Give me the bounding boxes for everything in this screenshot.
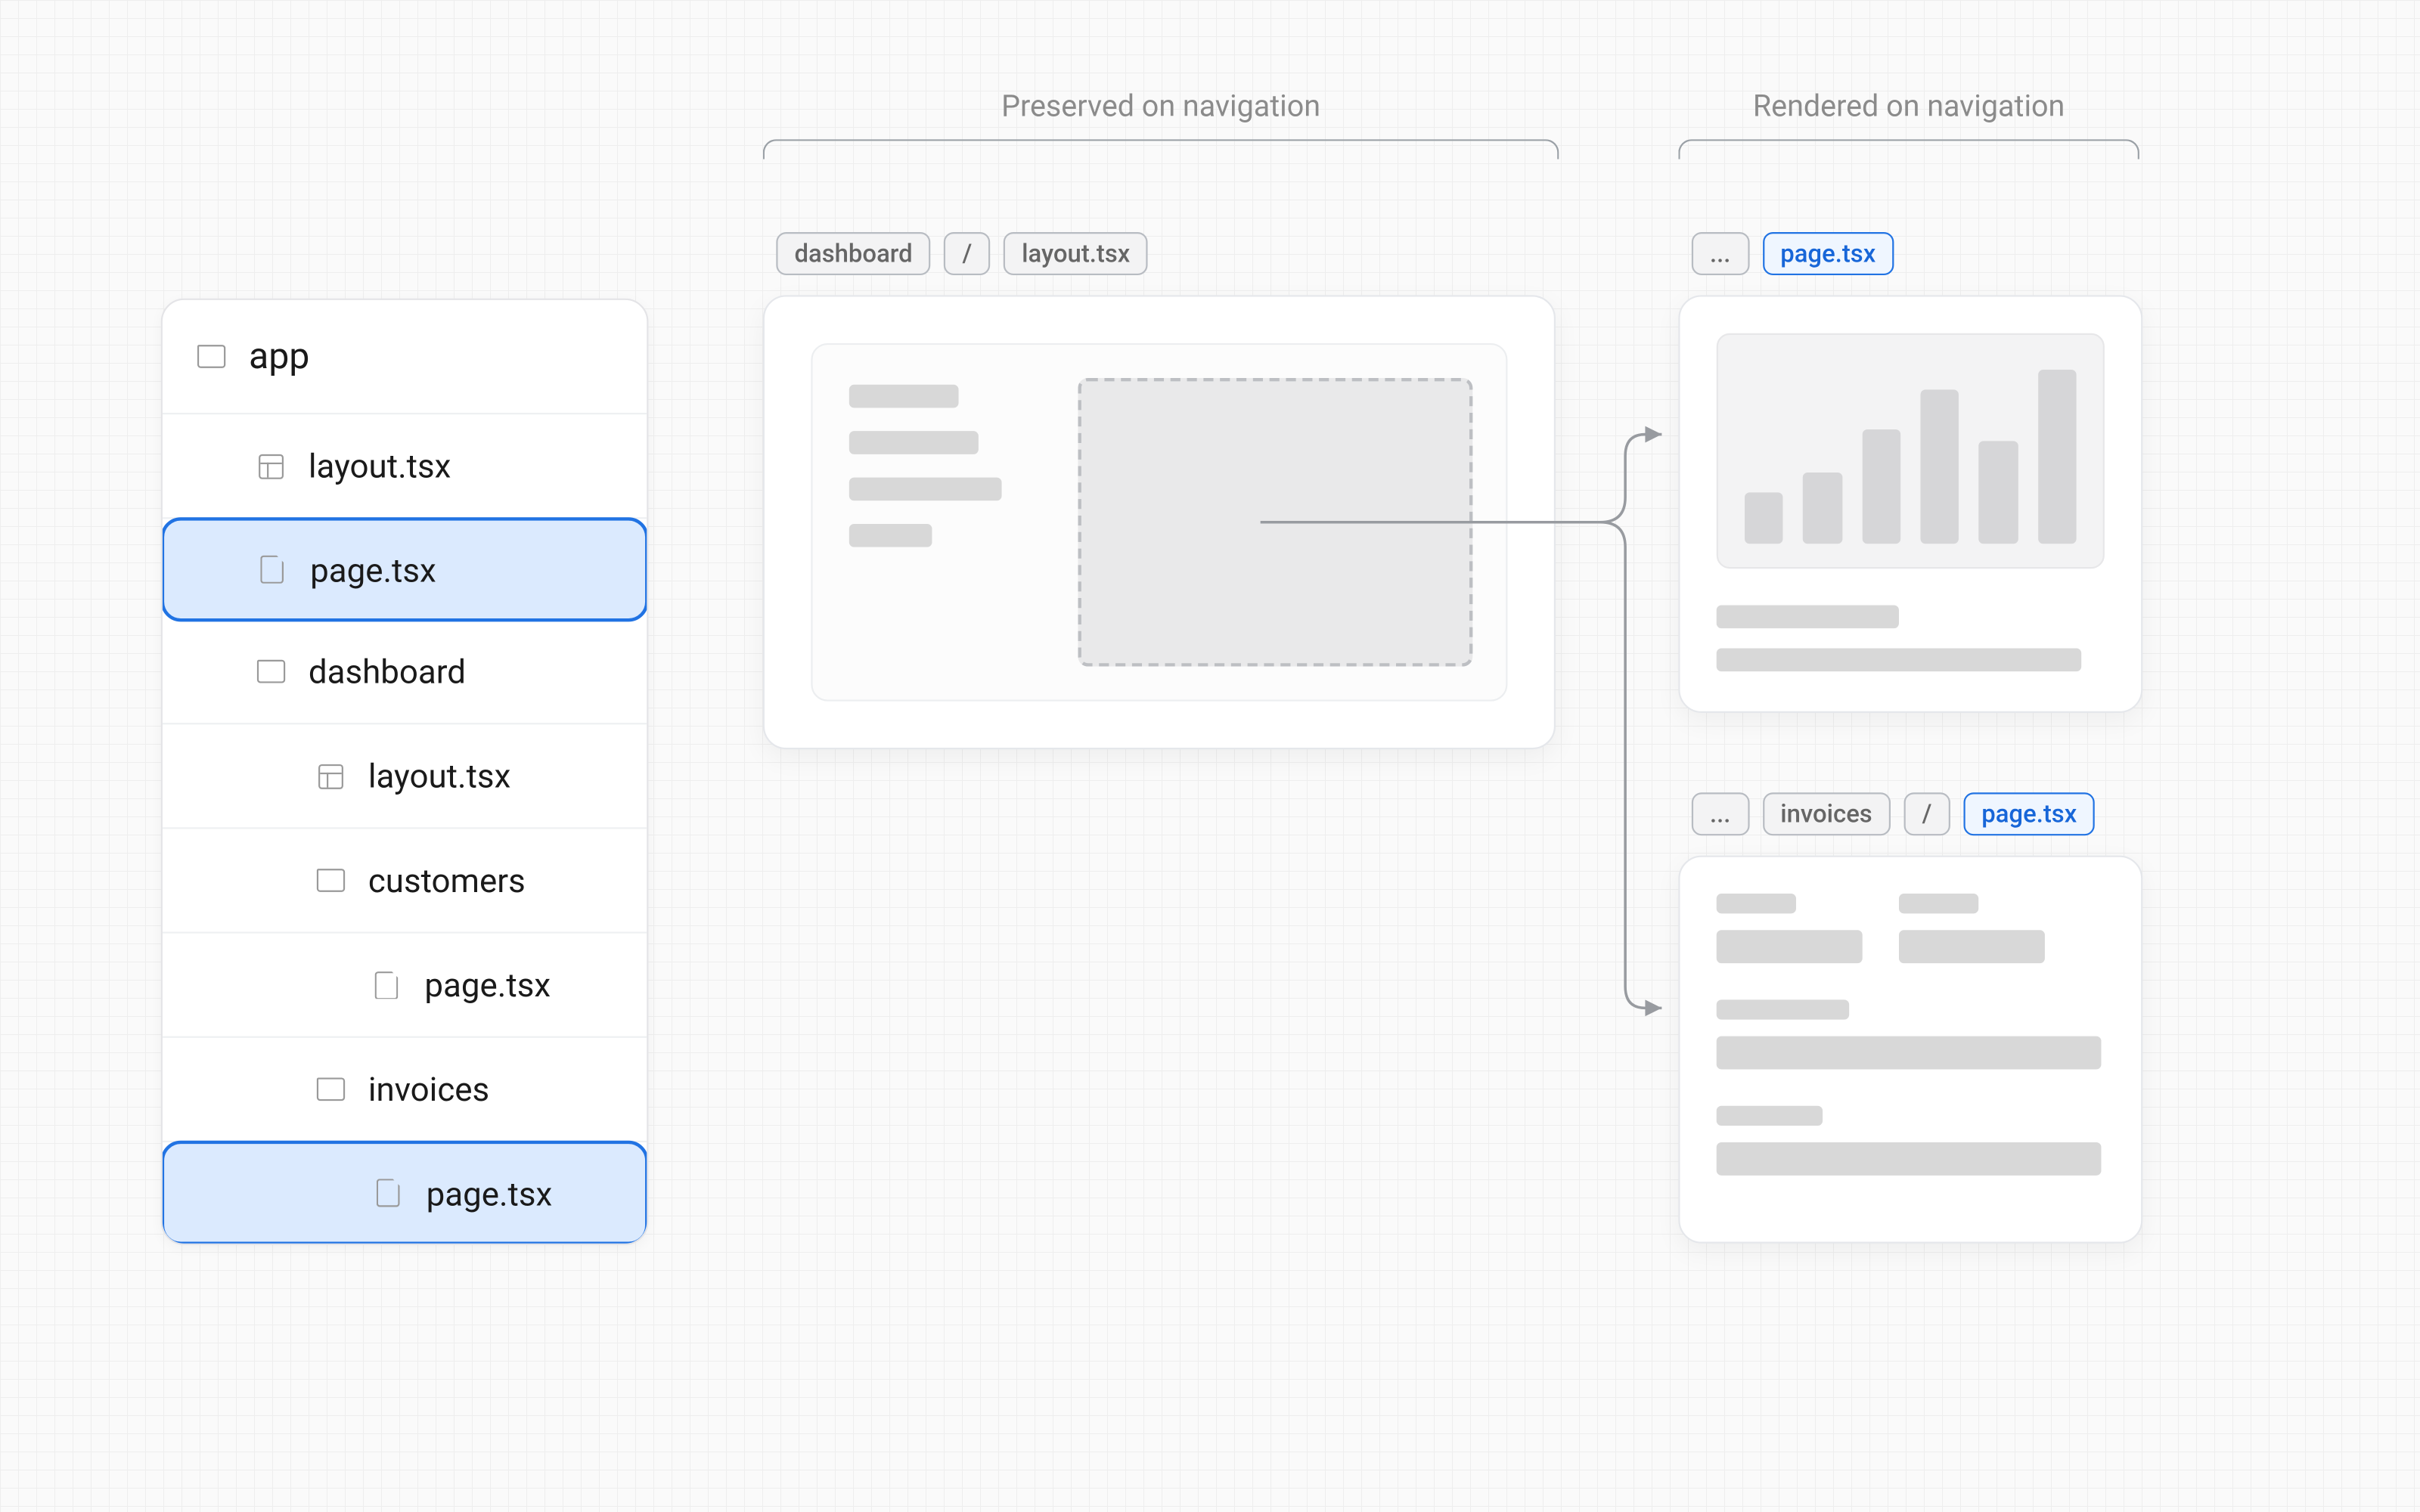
tree-item-label: layout.tsx [368, 756, 510, 796]
tree-item-layout-root[interactable]: layout.tsx [163, 414, 647, 519]
tree-item-label: page.tsx [424, 965, 551, 1005]
file-icon [257, 556, 287, 584]
render-bottom-pill-row: ... invoices / page.tsx [1692, 792, 2096, 835]
render-top-pill-row: ... page.tsx [1692, 232, 1894, 275]
tree-item-layout-dashboard[interactable]: layout.tsx [163, 724, 647, 829]
tree-item-label: invoices [368, 1069, 489, 1109]
folder-icon [315, 1077, 345, 1101]
tree-item-invoices[interactable]: invoices [163, 1038, 647, 1142]
placeholder-bar [849, 431, 979, 454]
placeholder-bar [1717, 894, 1796, 913]
placeholder-bar [849, 524, 932, 547]
pill-page-file: page.tsx [1762, 232, 1894, 275]
tree-item-page-customers[interactable]: page.tsx [163, 934, 647, 1038]
tree-item-label: dashboard [309, 652, 466, 692]
tree-root[interactable]: app [163, 300, 647, 414]
file-tree: app layout.tsx page.tsx dashboard layout… [161, 299, 649, 1245]
rendered-page-top [1678, 295, 2142, 713]
pill-separator: / [1903, 792, 1950, 835]
file-icon [373, 1179, 402, 1207]
tree-item-dashboard[interactable]: dashboard [163, 620, 647, 724]
folder-icon [256, 660, 285, 683]
chart-bar [1803, 472, 1841, 544]
placeholder-bar [1717, 1106, 1823, 1126]
tree-item-page-root[interactable]: page.tsx [161, 517, 649, 621]
chart-bar [1862, 429, 1900, 544]
rendered-bracket [1678, 139, 2139, 159]
tree-root-label: app [249, 336, 309, 377]
tree-item-page-invoices[interactable]: page.tsx [161, 1141, 649, 1245]
pill-page-file: page.tsx [1963, 792, 2095, 835]
pill-ellipsis: ... [1692, 232, 1749, 275]
folder-icon [196, 345, 225, 368]
placeholder-bar [849, 385, 959, 408]
chart-placeholder [1717, 333, 2105, 569]
tree-item-label: layout.tsx [309, 446, 451, 486]
layout-icon [318, 764, 343, 789]
file-icon [371, 971, 401, 999]
chart-bar [1745, 492, 1783, 544]
chart-bar [1920, 389, 1959, 544]
placeholder-bar [849, 478, 1002, 501]
placeholder-bar [1717, 1036, 2102, 1070]
sidebar-placeholder [849, 385, 1002, 547]
folder-icon [315, 869, 345, 892]
pill-invoices: invoices [1762, 792, 1891, 835]
layout-icon [258, 454, 283, 479]
chart-bar [1979, 441, 2018, 544]
layout-pill-row: dashboard / layout.tsx [776, 232, 1148, 275]
rendered-header: Rendered on navigation [1678, 89, 2139, 124]
layout-preview-card [763, 295, 1556, 749]
pill-layout-file: layout.tsx [1004, 232, 1148, 275]
tree-item-label: page.tsx [310, 550, 436, 590]
placeholder-bar [1899, 894, 1978, 913]
preserved-bracket [763, 139, 1559, 159]
pill-separator: / [944, 232, 990, 275]
preserved-header: Preserved on navigation [763, 89, 1559, 124]
pill-ellipsis: ... [1692, 792, 1749, 835]
layout-preview-inner [811, 343, 1507, 702]
pill-dashboard: dashboard [776, 232, 930, 275]
tree-item-customers[interactable]: customers [163, 829, 647, 933]
chart-bar [2037, 370, 2076, 544]
tree-item-label: page.tsx [427, 1173, 553, 1213]
placeholder-bar [1717, 1142, 2102, 1176]
tree-item-label: customers [368, 860, 526, 900]
placeholder-bar [1717, 999, 1849, 1019]
placeholder-bar [1717, 648, 2081, 671]
placeholder-bar [1717, 930, 1863, 963]
layout-slot [1078, 378, 1472, 667]
placeholder-lines [1717, 605, 2105, 671]
placeholder-bar [1899, 930, 2045, 963]
placeholder-bar [1717, 605, 1899, 628]
rendered-page-bottom [1678, 856, 2142, 1244]
